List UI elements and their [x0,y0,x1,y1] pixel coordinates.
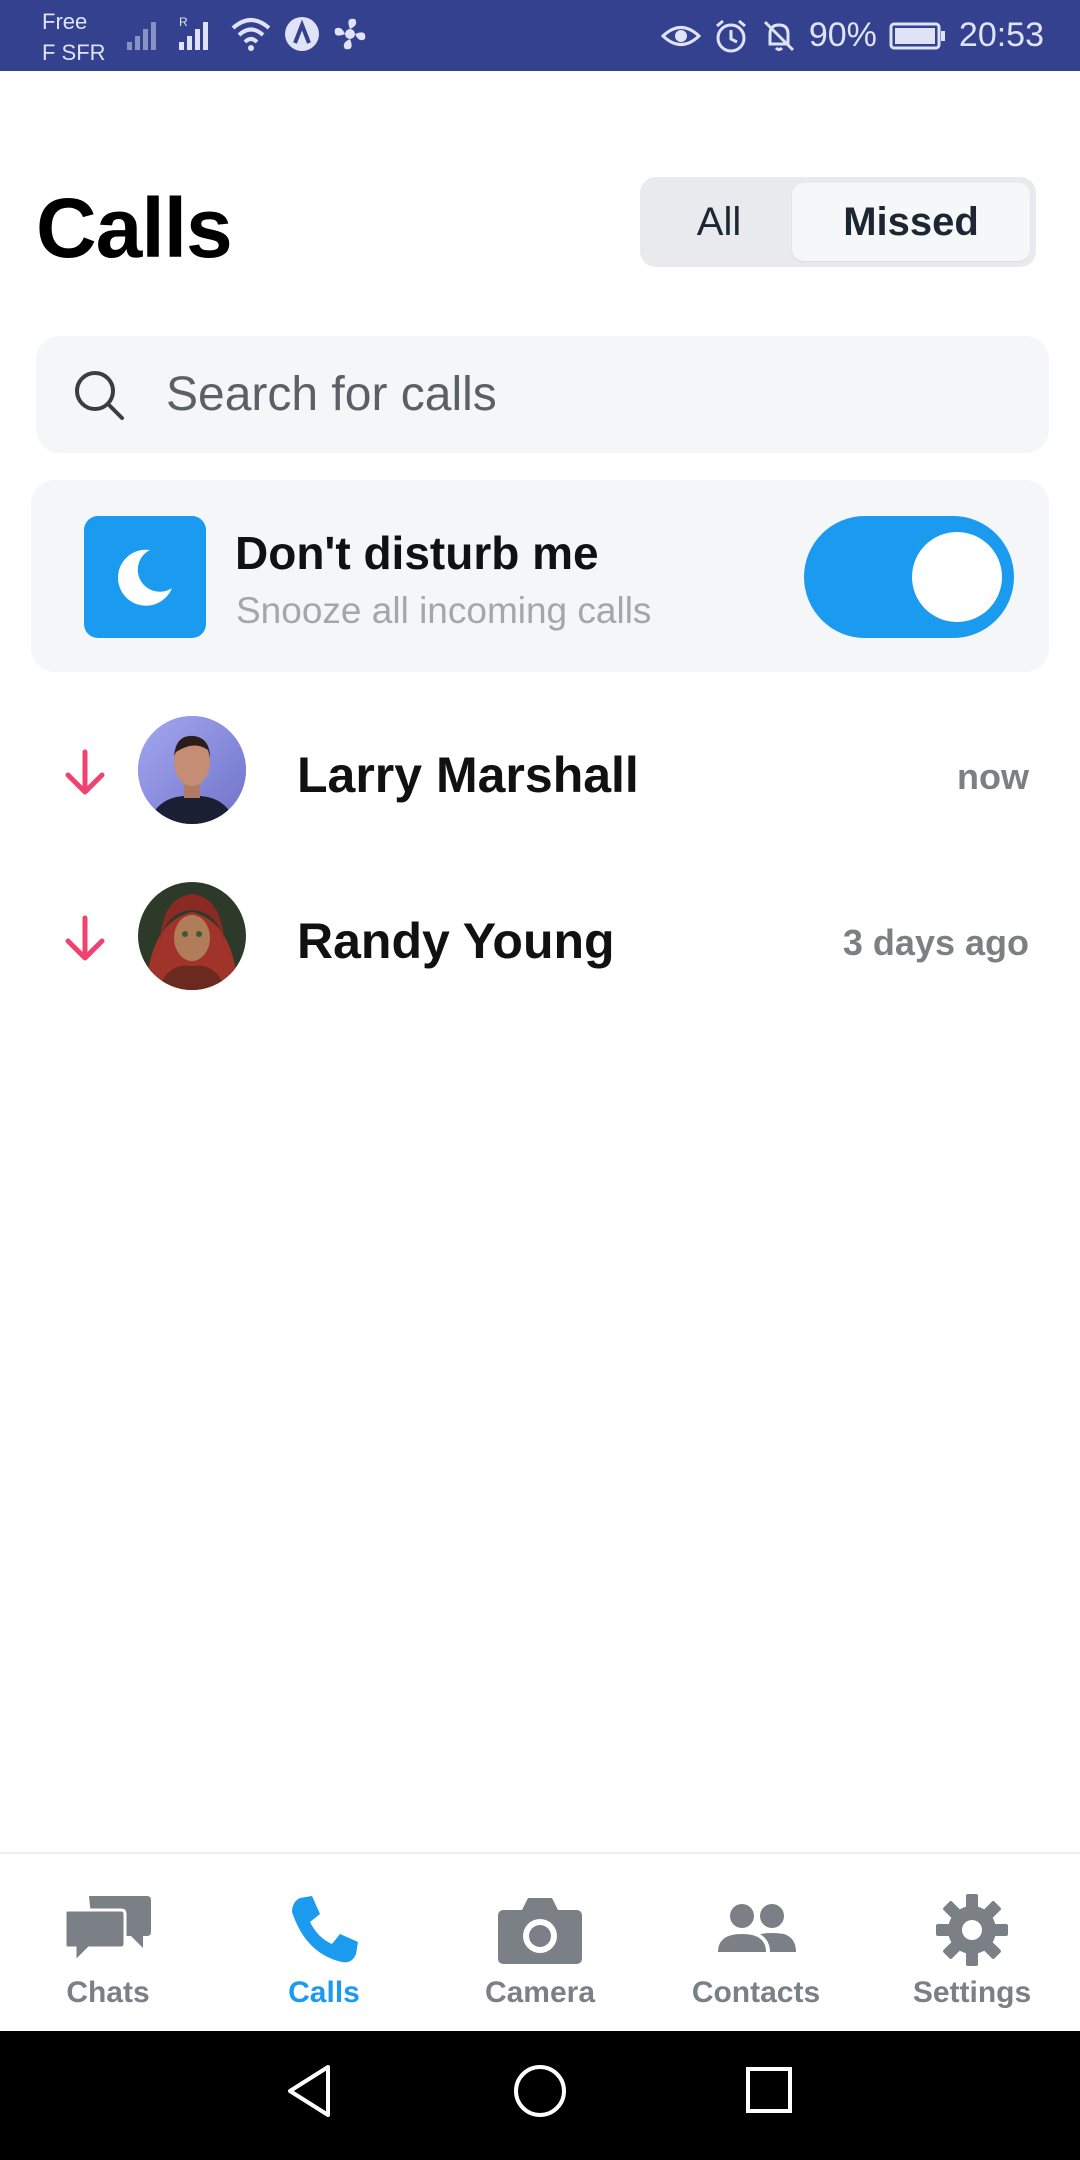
alarm-icon [715,19,746,52]
contacts-icon [718,1904,796,1952]
nav-calls[interactable]: Calls [224,1854,424,2033]
nav-settings[interactable]: Settings [872,1854,1072,2033]
signal-1-icon [127,22,156,50]
dnd-card: Don't disturb me Snooze all incoming cal… [31,480,1049,672]
tab-all[interactable]: All [646,183,792,261]
nav-label: Settings [912,1976,1032,2009]
wifi-icon [231,18,271,51]
status-left-icons: R [125,14,369,54]
dnd-title: Don't disturb me [235,527,599,579]
call-time: now [957,756,1029,797]
nav-label: Camera [484,1976,596,2009]
nav-contacts[interactable]: Contacts [656,1854,856,2033]
avatar-larry-image [138,716,246,824]
arrow-down-icon [65,915,105,961]
call-time: 3 days ago [842,922,1029,963]
nav-camera[interactable]: Camera [440,1854,640,2033]
battery-icon [889,22,945,49]
app-a-icon [285,17,319,51]
camera-icon [498,1898,582,1964]
avatar-randy-image [138,882,246,990]
signal-2-icon: R [179,15,208,50]
tab-missed[interactable]: Missed [792,183,1030,261]
call-row[interactable]: Larry Marshall now [0,698,1080,848]
svg-text:R: R [179,15,188,29]
battery-percent: 90% [808,16,877,54]
gear-icon [936,1894,1008,1966]
status-right: 90% 20:53 [660,0,1044,71]
avatar[interactable] [138,716,246,824]
call-row[interactable]: Randy Young 3 days ago [0,866,1080,1016]
nav-label: Calls [288,1976,360,2009]
search-icon [75,370,124,420]
search-input[interactable] [166,367,946,422]
search-bar[interactable] [36,336,1049,453]
page-title: Calls [36,181,233,275]
app-fan-icon [334,18,366,50]
toggle-knob [912,532,1002,622]
caller-name: Randy Young [297,913,615,969]
nav-chats[interactable]: Chats [8,1854,208,2033]
caller-name: Larry Marshall [297,747,639,803]
dnd-icon-box [84,516,206,638]
phone-icon [292,1896,358,1963]
bell-off-icon [763,20,794,51]
chat-bubbles-icon [63,1896,151,1966]
eye-icon [660,25,701,46]
dnd-toggle[interactable] [804,516,1014,638]
bottom-nav: Chats Calls Camera Contacts Settings [0,1852,1080,2031]
recents-icon[interactable] [744,2061,794,2121]
nav-label: Chats [66,1976,150,2009]
avatar[interactable] [138,882,246,990]
carrier-line-2: F SFR [42,40,106,65]
home-icon[interactable] [512,2061,568,2121]
arrow-down-icon [65,749,105,795]
dnd-subtitle: Snooze all incoming calls [236,590,652,631]
back-icon[interactable] [284,2061,334,2121]
call-filter-tabs: All Missed [640,177,1036,267]
nav-label: Contacts [691,1976,821,2009]
clock: 20:53 [958,16,1044,54]
status-bar: Free F SFR R 90% 20:53 [0,0,1080,71]
carrier-info: Free F SFR [42,6,106,68]
moon-icon [117,549,172,606]
carrier-line-1: Free [42,9,88,34]
system-nav-bar [0,2031,1080,2160]
